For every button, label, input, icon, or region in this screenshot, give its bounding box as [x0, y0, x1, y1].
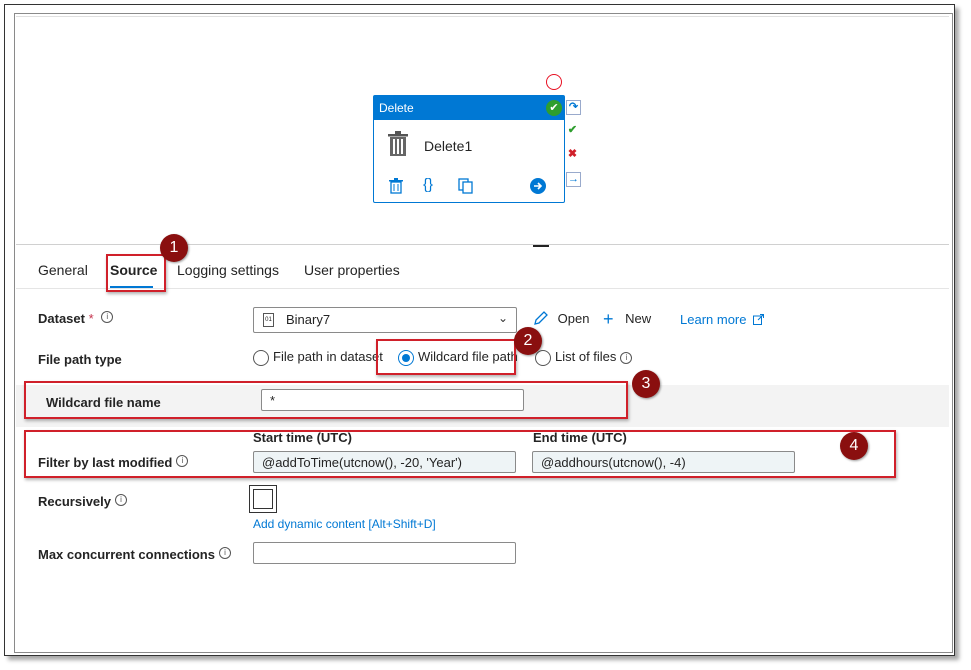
info-icon: i [218, 547, 231, 559]
validated-check-icon: ✔ [546, 100, 562, 116]
tab-logging-settings[interactable]: Logging settings [177, 262, 279, 278]
tab-user-properties[interactable]: User properties [304, 262, 400, 278]
recursively-label-text: Recursively [38, 494, 111, 509]
callout-badge-2: 2 [514, 327, 542, 355]
external-link-icon [750, 312, 765, 327]
activity-toolbar: {} [374, 176, 564, 198]
dataset-select[interactable]: 01 Binary7 ⌄ [253, 307, 517, 333]
radio-button [535, 349, 551, 366]
callout-badge-4: 4 [840, 432, 868, 460]
redo-port-icon[interactable]: ↷ [566, 100, 581, 115]
activity-type-label: Delete [379, 101, 414, 115]
add-dynamic-content-link[interactable]: Add dynamic content [Alt+Shift+D] [253, 517, 436, 531]
dataset-label: Dataset * i [38, 311, 114, 326]
callout-box-wildcard-name [24, 381, 628, 419]
plus-icon: + [603, 309, 614, 329]
callout-box-wildcard-radio [376, 339, 516, 375]
delete-activity-node[interactable]: Delete ✔ Delete1 {} [373, 95, 565, 203]
radio-label: File path in dataset [273, 349, 383, 364]
dataset-label-text: Dataset [38, 311, 85, 326]
open-dataset-button[interactable]: Open [533, 310, 589, 326]
info-icon: i [620, 352, 633, 364]
failure-port-icon[interactable]: ✖ [566, 148, 579, 161]
chevron-down-icon: ⌄ [497, 311, 508, 325]
recursively-checkbox[interactable] [253, 489, 273, 509]
success-port-icon[interactable]: ✔ [566, 124, 579, 137]
trash-icon[interactable] [389, 178, 403, 198]
required-marker: * [88, 311, 94, 326]
learn-more-link[interactable]: Learn more [680, 312, 765, 327]
callout-box-source-tab [106, 254, 166, 292]
callout-badge-1: 1 [160, 234, 188, 262]
open-label: Open [557, 311, 590, 326]
new-label: New [625, 311, 652, 326]
radio-file-path-in-dataset[interactable]: File path in dataset [253, 349, 383, 366]
breakpoint-circle-icon[interactable] [546, 74, 562, 90]
binary-file-icon: 01 [263, 313, 274, 327]
max-connections-label-text: Max concurrent connections [38, 547, 215, 562]
tab-general[interactable]: General [38, 262, 88, 278]
max-connections-label: Max concurrent connections i [38, 547, 231, 562]
code-braces-icon[interactable]: {} [423, 176, 433, 193]
info-icon: i [101, 311, 114, 323]
pencil-icon [533, 311, 553, 326]
learn-more-label: Learn more [680, 312, 747, 327]
copy-icon[interactable] [458, 178, 473, 198]
activity-name: Delete1 [424, 138, 473, 154]
radio-label: List of files [555, 349, 617, 364]
delete-activity-icon [387, 131, 409, 162]
radio-button [253, 349, 269, 366]
completion-port-icon[interactable]: → [566, 172, 581, 187]
max-connections-input[interactable] [253, 542, 516, 564]
callout-box-filter [24, 430, 896, 478]
info-icon: i [115, 494, 127, 506]
recursively-label: Recursively i [38, 494, 127, 509]
resize-handle[interactable] [533, 245, 549, 247]
go-to-arrow-icon[interactable] [530, 178, 546, 198]
callout-badge-3: 3 [632, 370, 660, 398]
activity-body: Delete1 [374, 120, 564, 170]
radio-list-of-files[interactable]: List of files i [535, 349, 633, 366]
file-path-type-label: File path type [38, 352, 122, 367]
dataset-value: Binary7 [286, 312, 331, 327]
activity-header: Delete ✔ [374, 96, 564, 120]
new-dataset-button[interactable]: + New [603, 309, 651, 330]
